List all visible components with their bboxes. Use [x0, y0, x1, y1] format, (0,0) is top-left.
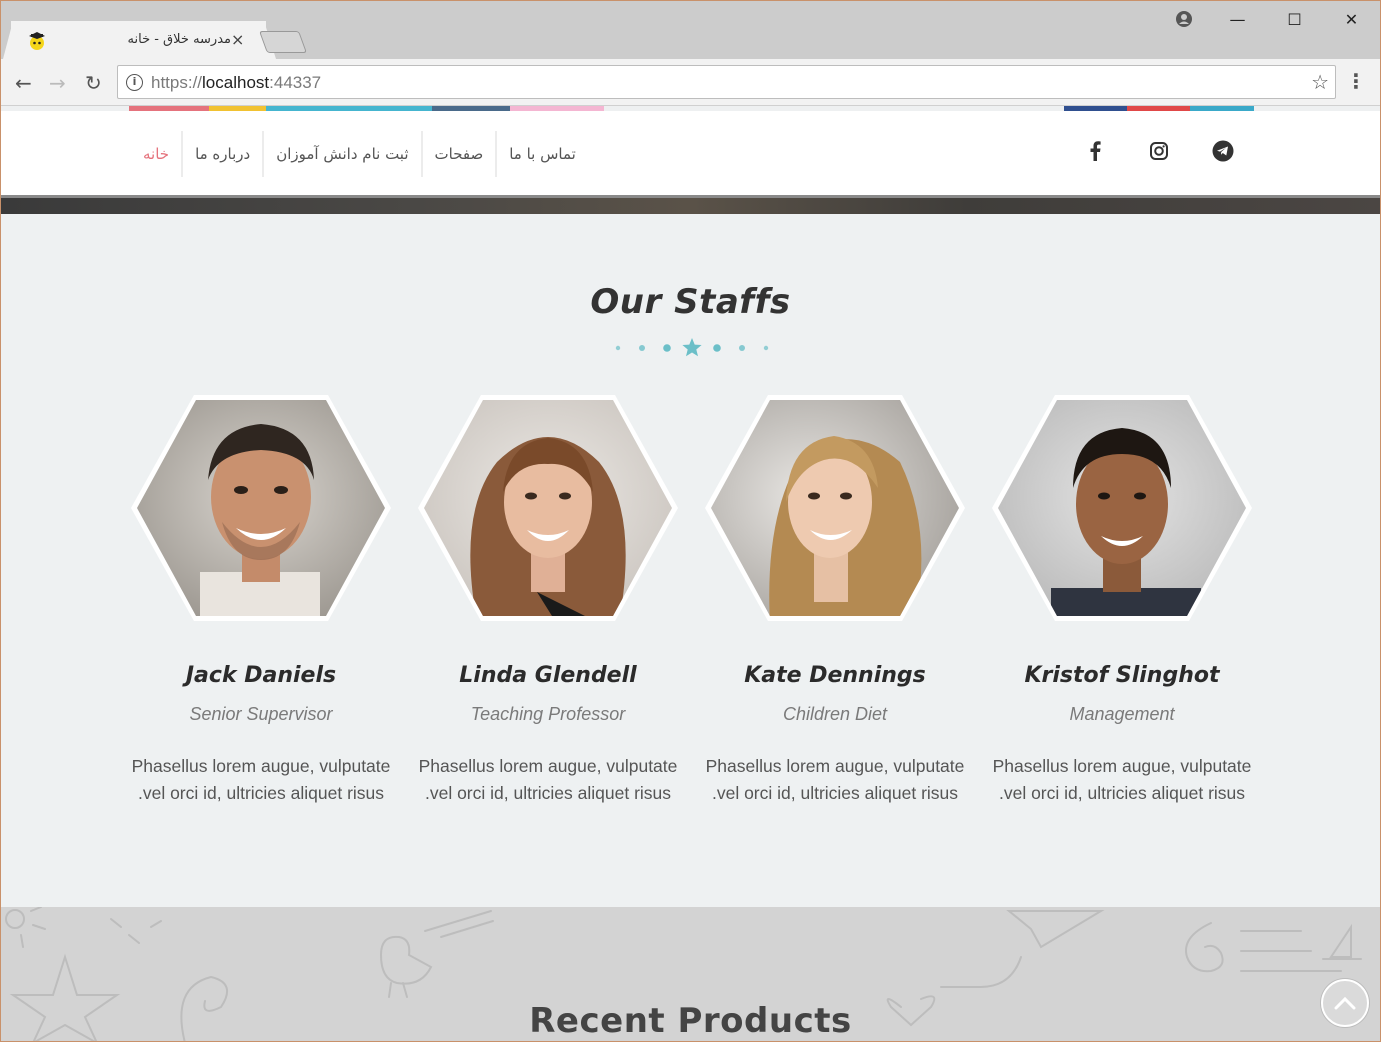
- nav-item-contact[interactable]: تماس با ما: [495, 131, 588, 177]
- staff-photo: [131, 395, 391, 621]
- address-bar[interactable]: i https://localhost:44337 ☆: [117, 65, 1336, 99]
- nav-item-about[interactable]: درباره ما: [181, 131, 262, 177]
- staff-name: Jack Daniels: [185, 663, 337, 688]
- staff-card: Kate Dennings Children Diet Phasellus lo…: [704, 389, 966, 809]
- nav-item-home[interactable]: خانه: [131, 131, 181, 177]
- staff-photo: [992, 395, 1252, 621]
- minimize-button[interactable]: —: [1209, 1, 1266, 37]
- star-icon: [682, 338, 702, 357]
- staff-card: Jack Daniels Senior Supervisor Phasellus…: [130, 389, 392, 809]
- nav-item-student-registration[interactable]: ثبت نام دانش آموزان: [262, 131, 420, 177]
- scroll-to-top-button[interactable]: [1321, 979, 1369, 1027]
- browser-menu-icon[interactable]: ⋮: [1346, 69, 1366, 93]
- staff-role: Management: [1069, 704, 1175, 724]
- section-title: Recent Products: [529, 1001, 852, 1041]
- main-nav: خانه درباره ما ثبت نام دانش آموزان صفحات…: [131, 131, 588, 177]
- staff-section: Our Staffs Jack Daniels Senior Superviso…: [1, 214, 1380, 907]
- staff-photo: [418, 395, 678, 621]
- staff-photo: [705, 395, 965, 621]
- staff-description: Phasellus lorem augue, vulputate .vel orc…: [131, 756, 391, 803]
- staff-name: Kristof Slinghot: [1024, 663, 1220, 688]
- products-section: Recent Products: [1, 907, 1380, 1041]
- staff-name: Kate Dennings: [744, 663, 926, 688]
- profile-icon[interactable]: [1159, 1, 1209, 37]
- staff-description: Phasellus lorem augue, vulputate .vel orc…: [992, 756, 1252, 803]
- forward-arrow-icon[interactable]: →: [49, 71, 66, 95]
- site-header: خانه درباره ما ثبت نام دانش آموزان صفحات…: [1, 111, 1380, 195]
- browser-tab[interactable]: مدرسه خلاق - خانه ×: [3, 21, 276, 59]
- school-favicon-icon: [29, 32, 45, 50]
- new-tab-button[interactable]: [258, 31, 308, 53]
- staff-description: Phasellus lorem augue, vulputate .vel orc…: [705, 756, 965, 803]
- staff-role: Teaching Professor: [470, 704, 626, 724]
- back-arrow-icon[interactable]: ←: [15, 71, 32, 95]
- staff-role: Senior Supervisor: [189, 704, 333, 724]
- tab-close-icon[interactable]: ×: [231, 30, 244, 49]
- nav-item-pages[interactable]: صفحات: [420, 131, 496, 177]
- chevron-up-icon: [1334, 996, 1356, 1010]
- title-divider-dots: [615, 338, 769, 357]
- window-controls: — ☐ ✕: [1159, 1, 1380, 37]
- telegram-icon[interactable]: [1211, 139, 1235, 163]
- staff-description: Phasellus lorem augue, vulputate .vel orc…: [418, 756, 678, 803]
- hero-image-edge: [1, 195, 1380, 214]
- site-info-icon[interactable]: i: [126, 74, 143, 91]
- bookmark-star-icon[interactable]: ☆: [1311, 70, 1329, 94]
- browser-window: مدرسه خلاق - خانه × — ☐ ✕ ← → ↻ i https:…: [0, 0, 1381, 1042]
- maximize-button[interactable]: ☐: [1266, 1, 1323, 37]
- browser-toolbar: ← → ↻ i https://localhost:44337 ☆ ⋮: [1, 59, 1380, 106]
- tab-title: مدرسه خلاق - خانه: [127, 32, 231, 47]
- facebook-icon[interactable]: [1083, 139, 1107, 163]
- staff-card: Kristof Slinghot Management Phasellus lo…: [991, 389, 1253, 809]
- instagram-icon[interactable]: [1147, 139, 1171, 163]
- title-bar: مدرسه خلاق - خانه × — ☐ ✕: [1, 1, 1380, 59]
- reload-icon[interactable]: ↻: [85, 71, 102, 95]
- url-text[interactable]: https://localhost:44337: [151, 73, 321, 93]
- section-title: Our Staffs: [590, 282, 791, 322]
- staff-role: Children Diet: [782, 704, 888, 724]
- close-window-button[interactable]: ✕: [1323, 1, 1380, 37]
- staff-card: Linda Glendell Teaching Professor Phasel…: [417, 389, 679, 809]
- staff-name: Linda Glendell: [459, 663, 637, 688]
